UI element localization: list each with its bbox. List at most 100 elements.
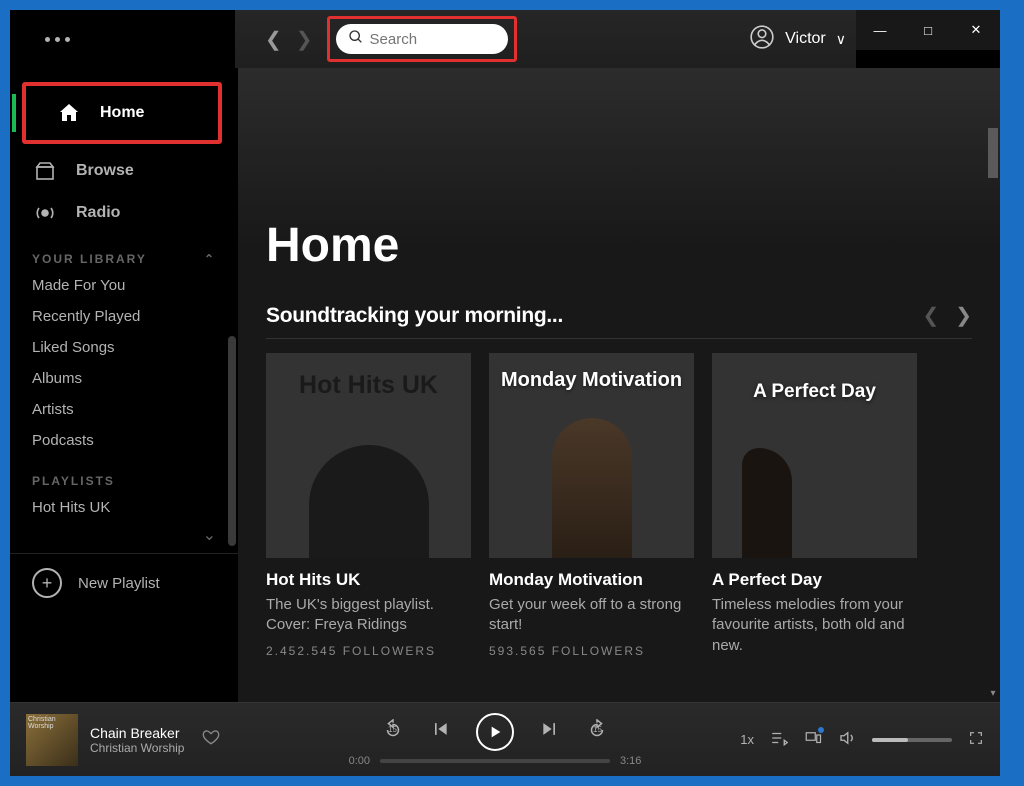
search-highlight-box [327,16,517,62]
sidebar-item-label: Home [100,104,144,122]
now-playing: Christian Worship Chain Breaker Christia… [26,714,266,766]
plus-icon: + [32,568,62,598]
tile-row: Hot Hits UK Hot Hits UK The UK's biggest… [266,353,972,664]
forward-button[interactable]: ❯ [296,27,313,52]
next-button[interactable] [540,719,560,744]
dot-icon [65,37,70,42]
art-label: A Perfect Day [712,381,917,403]
library-item-liked-songs[interactable]: Liked Songs [10,332,238,363]
fullscreen-button[interactable] [968,730,984,750]
control-buttons: 15 15 [382,713,608,751]
shelf-prev-button[interactable]: ❮ [922,303,939,328]
tile-title: Monday Motivation [489,570,694,590]
playback-speed[interactable]: 1x [740,732,754,747]
playlist-item[interactable]: Hot Hits UK [10,492,238,523]
seek-bar[interactable] [380,759,610,763]
volume-icon[interactable] [838,729,856,751]
seek-row: 0:00 3:16 [266,755,724,767]
player-right: 1x [724,729,984,751]
playlists-header-label: PLAYLISTS [32,474,115,488]
library-item-albums[interactable]: Albums [10,363,238,394]
page-title: Home [266,218,972,273]
like-button[interactable] [202,728,220,751]
shelf-next-button[interactable]: ❯ [955,303,972,328]
shelf-header: Soundtracking your morning... ❮ ❯ [266,303,972,328]
maximize-button[interactable]: □ [904,10,952,50]
sidebar-scrollbar[interactable] [228,336,236,546]
window-controls: — □ ✕ [856,10,1000,50]
home-highlight-box: Home [22,82,222,144]
library-header-label: YOUR LIBRARY [32,252,147,266]
tile-followers: 2.452.545 FOLLOWERS [266,644,471,658]
library-item-recently-played[interactable]: Recently Played [10,301,238,332]
library-item-made-for-you[interactable]: Made For You [10,270,238,301]
sidebar-item-home[interactable]: Home [34,92,210,134]
tile-desc: Get your week off to a strong start! [489,595,694,636]
sidebar-item-browse[interactable]: Browse [10,150,238,192]
main-scrollbar[interactable] [988,128,998,178]
user-icon [749,24,775,55]
playlists-header: PLAYLISTS [10,456,238,492]
playlist-tile[interactable]: A Perfect Day A Perfect Day Timeless mel… [712,353,917,664]
new-playlist-label: New Playlist [78,575,160,592]
tile-desc: The UK's biggest playlist. Cover: Freya … [266,595,471,636]
shelf-title: Soundtracking your morning... [266,304,563,328]
art-label: Hot Hits UK [266,371,471,400]
search-input[interactable] [370,31,496,48]
art-text: Christian Worship [28,716,78,730]
library-header: YOUR LIBRARY ⌃ [10,234,238,270]
dot-icon [55,37,60,42]
chevron-down-icon[interactable]: ⌄ [10,523,238,547]
art-label: Monday Motivation [489,369,694,391]
header-nav: ❮ ❯ Victor ∨ [235,10,856,68]
top-bar: ❮ ❯ Victor ∨ — □ ✕ [10,10,1000,68]
scroll-down-icon[interactable]: ▾ [988,688,998,698]
tile-desc: Timeless melodies from your favourite ar… [712,595,917,656]
tile-followers: 593.565 FOLLOWERS [489,644,694,658]
app-window: ❮ ❯ Victor ∨ — □ ✕ [10,10,1000,776]
back-button[interactable]: ❮ [265,27,282,52]
volume-slider[interactable] [872,738,952,742]
queue-button[interactable] [770,729,788,751]
sidebar-item-label: Browse [76,162,134,180]
shelf-divider [266,338,972,339]
search-field[interactable] [336,24,508,54]
close-button[interactable]: ✕ [952,10,1000,50]
tile-title: Hot Hits UK [266,570,471,590]
chevron-down-icon: ∨ [836,31,846,48]
rewind-15-button[interactable]: 15 [382,719,404,744]
devices-button[interactable] [804,729,822,751]
minimize-button[interactable]: — [856,10,904,50]
track-title[interactable]: Chain Breaker [90,725,184,741]
playlist-tile[interactable]: Hot Hits UK Hot Hits UK The UK's biggest… [266,353,471,664]
duration-time: 3:16 [620,755,641,767]
library-item-podcasts[interactable]: Podcasts [10,425,238,456]
body: Home Browse Radio YOUR LIBRARY ⌃ Made Fo… [10,68,1000,702]
shelf-nav: ❮ ❯ [922,303,972,328]
main-content: Home Soundtracking your morning... ❮ ❯ H… [238,68,1000,702]
sidebar-item-label: Radio [76,204,120,222]
username: Victor [785,30,826,48]
user-menu[interactable]: Victor ∨ [749,24,856,55]
player-bar: Christian Worship Chain Breaker Christia… [10,702,1000,776]
search-icon [348,29,364,50]
menu-dots[interactable] [10,37,235,42]
library-item-artists[interactable]: Artists [10,394,238,425]
dot-icon [45,37,50,42]
player-controls: 15 15 0:00 3:16 [266,713,724,767]
new-playlist-button[interactable]: + New Playlist [10,553,238,612]
elapsed-time: 0:00 [349,755,370,767]
forward-15-button[interactable]: 15 [586,719,608,744]
tile-title: A Perfect Day [712,570,917,590]
track-artist[interactable]: Christian Worship [90,741,184,755]
now-playing-art[interactable]: Christian Worship [26,714,78,766]
playlist-art: Monday Motivation [489,353,694,558]
previous-button[interactable] [430,719,450,744]
radio-icon [32,200,58,226]
now-playing-text: Chain Breaker Christian Worship [90,725,184,755]
playlist-art: Hot Hits UK [266,353,471,558]
chevron-up-icon[interactable]: ⌃ [204,252,216,266]
play-button[interactable] [476,713,514,751]
playlist-tile[interactable]: Monday Motivation Monday Motivation Get … [489,353,694,664]
sidebar-item-radio[interactable]: Radio [10,192,238,234]
